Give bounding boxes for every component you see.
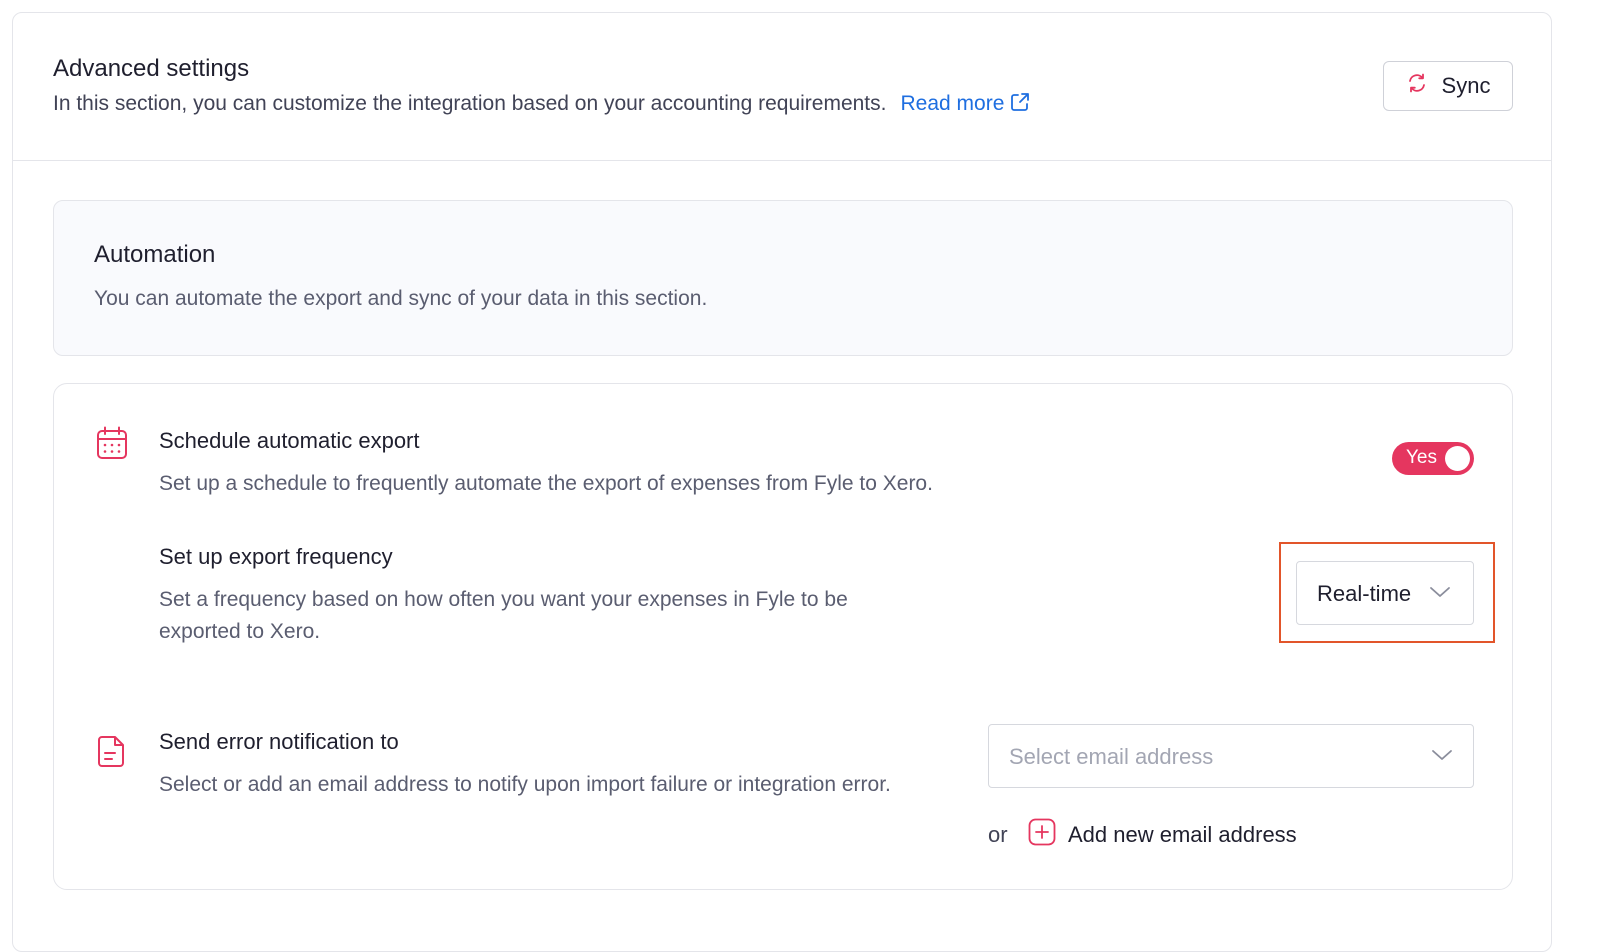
add-email-button[interactable]: Add new email address — [1028, 818, 1297, 851]
toggle-knob — [1445, 446, 1470, 471]
add-email-label: Add new email address — [1068, 821, 1297, 847]
export-frequency-dropdown[interactable]: Real-time — [1296, 561, 1474, 625]
document-icon — [96, 734, 128, 768]
export-frequency-value: Real-time — [1317, 581, 1412, 606]
export-frequency-title: Set up export frequency — [159, 544, 393, 569]
error-notification-title: Send error notification to — [159, 729, 399, 754]
automation-section: Automation You can automate the export a… — [53, 200, 1513, 356]
schedule-export-description: Set up a schedule to frequently automate… — [159, 472, 933, 495]
sync-label: Sync — [1441, 73, 1491, 98]
read-more-link[interactable]: Read more — [900, 92, 1031, 115]
page-title: Advanced settings — [53, 55, 250, 82]
email-select-placeholder: Select email address — [1009, 744, 1214, 769]
sync-icon — [1406, 72, 1428, 100]
email-select-dropdown[interactable]: Select email address — [988, 724, 1474, 788]
chevron-down-icon — [1429, 584, 1451, 605]
sync-button[interactable]: Sync — [1383, 61, 1513, 111]
calendar-icon — [96, 426, 128, 460]
error-notification-description: Select or add an email address to notify… — [159, 773, 891, 796]
chevron-down-icon — [1431, 747, 1453, 768]
page-subtitle-text: In this section, you can customize the i… — [53, 92, 887, 115]
read-more-label: Read more — [900, 92, 1005, 115]
plus-icon — [1028, 818, 1056, 851]
page-subtitle: In this section, you can customize the i… — [53, 91, 1031, 119]
toggle-label: Yes — [1406, 447, 1437, 468]
header: Advanced settings In this section, you c… — [13, 13, 1551, 161]
schedule-export-toggle[interactable]: Yes — [1392, 442, 1474, 475]
export-frequency-description: Set a frequency based on how often you w… — [159, 588, 848, 643]
schedule-export-title: Schedule automatic export — [159, 428, 420, 453]
advanced-settings-card: Advanced settings In this section, you c… — [12, 12, 1552, 952]
or-text: or — [988, 822, 1008, 847]
automation-subtitle: You can automate the export and sync of … — [94, 287, 708, 310]
automation-title: Automation — [94, 241, 216, 268]
automation-settings: Schedule automatic export Set up a sched… — [53, 383, 1513, 890]
external-link-icon — [1009, 91, 1031, 119]
